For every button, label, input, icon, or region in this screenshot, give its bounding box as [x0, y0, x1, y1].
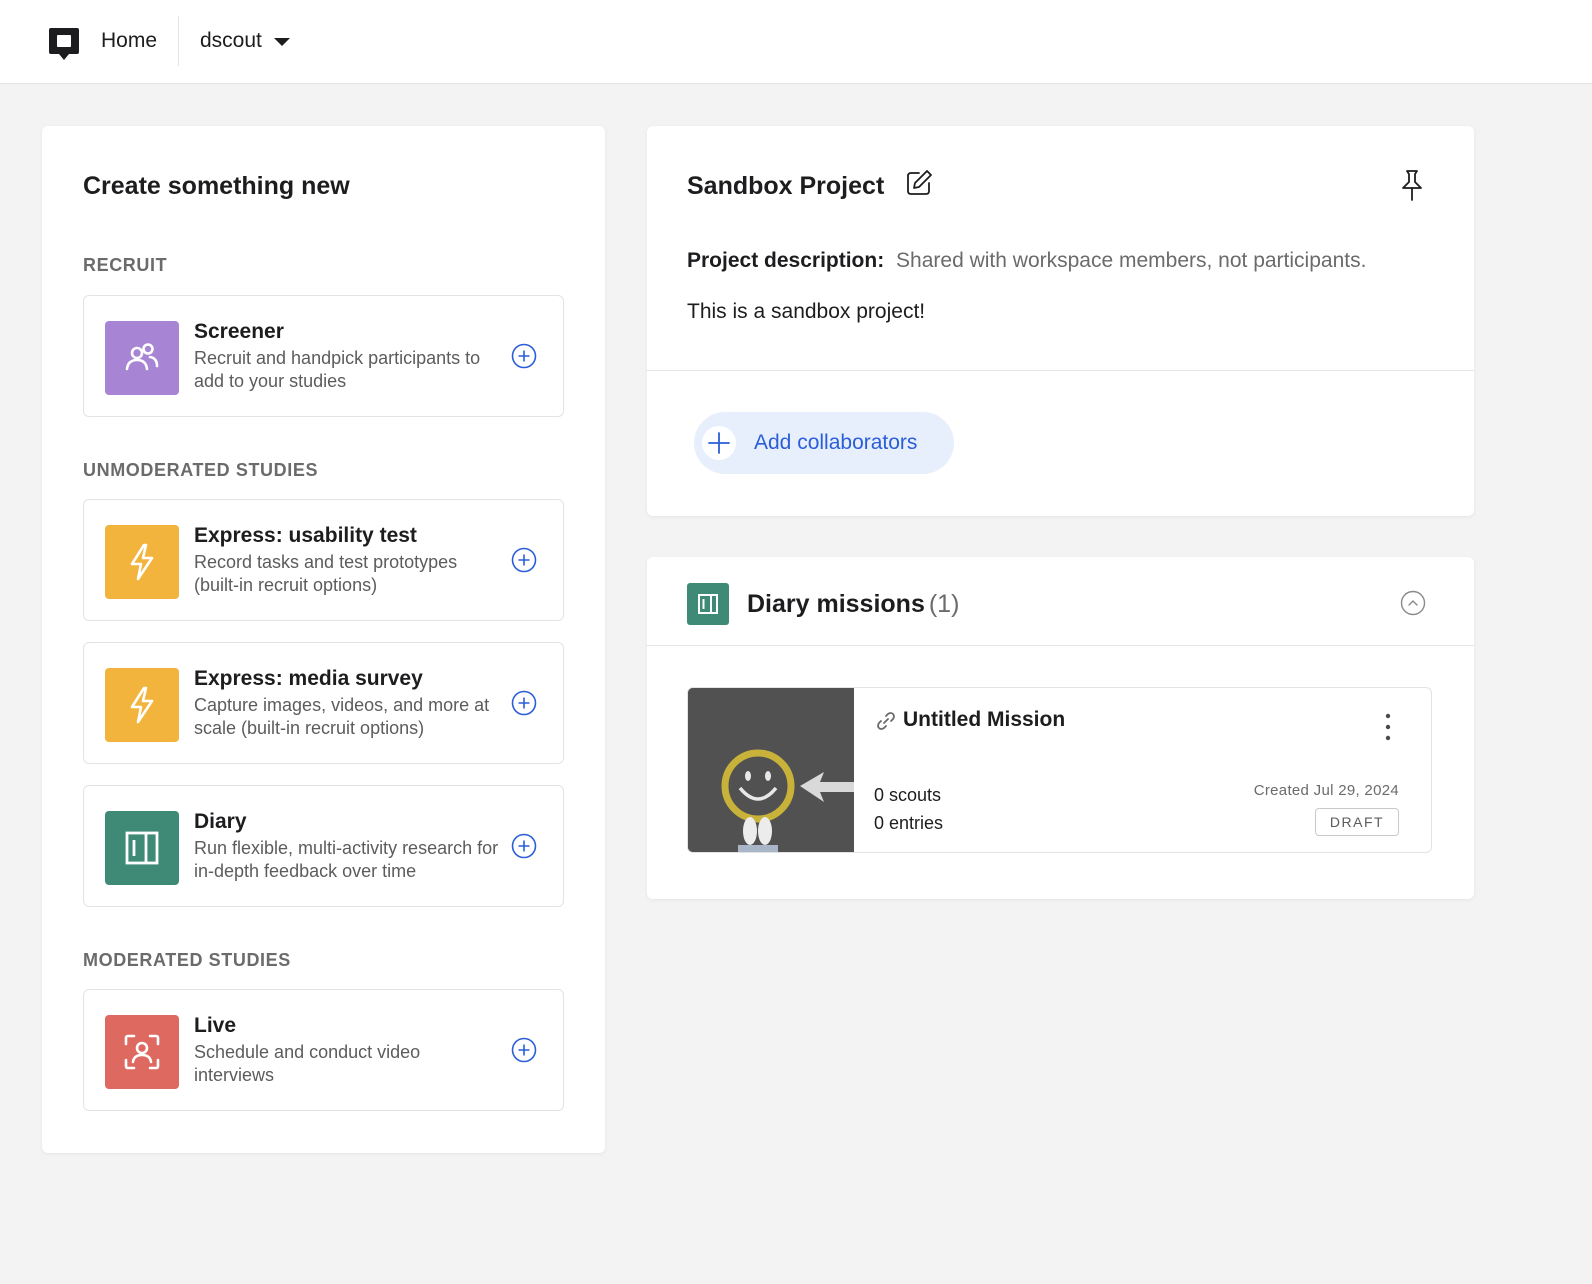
divider: [647, 645, 1474, 646]
mission-entries-count: 0 entries: [874, 813, 944, 833]
add-circle-icon[interactable]: [511, 690, 537, 716]
project-description-label: Project description:: [687, 249, 885, 272]
edit-icon[interactable]: [904, 168, 934, 198]
option-live[interactable]: Live Schedule and conduct video intervie…: [83, 989, 564, 1111]
diary-icon: [105, 811, 179, 885]
option-usability-test[interactable]: Express: usability test Record tasks and…: [83, 499, 564, 621]
option-screener[interactable]: Screener Recruit and handpick participan…: [83, 295, 564, 417]
option-diary[interactable]: Diary Run flexible, multi-activity resea…: [83, 785, 564, 907]
option-description: Capture images, videos, and more at scal…: [194, 695, 490, 738]
status-badge: DRAFT: [1315, 808, 1399, 836]
option-title: Diary: [194, 810, 247, 833]
option-title: Express: media survey: [194, 667, 423, 690]
top-bar: Home dscout: [0, 0, 1592, 84]
plus-icon: [702, 426, 736, 460]
section-label-unmoderated: UNMODERATED STUDIES: [83, 460, 319, 480]
add-circle-icon[interactable]: [511, 343, 537, 369]
option-media-survey[interactable]: Express: media survey Capture images, vi…: [83, 642, 564, 764]
option-description: Recruit and handpick participants to add…: [194, 348, 481, 391]
project-title: Sandbox Project: [687, 172, 885, 200]
option-description: Schedule and conduct video interviews: [194, 1042, 421, 1085]
diary-missions-panel: Diary missions (1) Untitled Mission 0 sc…: [647, 557, 1474, 899]
workspace-label: dscout: [200, 29, 262, 52]
lightning-icon: [105, 668, 179, 742]
option-title: Live: [194, 1014, 237, 1037]
divider: [647, 370, 1474, 371]
mission-thumbnail: [688, 688, 854, 852]
option-title: Express: usability test: [194, 524, 417, 547]
create-title: Create something new: [83, 172, 350, 200]
mission-card[interactable]: Untitled Mission 0 scouts 0 entries Crea…: [687, 687, 1432, 853]
project-body-text[interactable]: This is a sandbox project!: [687, 300, 925, 324]
project-panel: Sandbox Project Project description: Sha…: [647, 126, 1474, 516]
dscout-logo-icon[interactable]: [48, 26, 80, 62]
people-icon: [105, 321, 179, 395]
add-circle-icon[interactable]: [511, 1037, 537, 1063]
link-icon: [877, 712, 895, 730]
create-panel: Create something new RECRUIT Screener Re…: [42, 126, 605, 1153]
add-collaborators-button[interactable]: Add collaborators: [694, 412, 954, 474]
diary-icon: [687, 583, 729, 625]
add-collaborators-label: Add collaborators: [754, 431, 918, 454]
collapse-chevron-up-icon[interactable]: [1400, 590, 1426, 616]
pin-icon[interactable]: [1397, 168, 1427, 202]
project-description-text: Shared with workspace members, not parti…: [896, 249, 1367, 272]
option-description: Record tasks and test prototypes (built-…: [194, 552, 458, 595]
diary-missions-label: Diary missions: [747, 590, 925, 618]
mission-title[interactable]: Untitled Mission: [903, 708, 1065, 732]
option-description: Run flexible, multi-activity research fo…: [194, 838, 499, 881]
home-link[interactable]: Home: [101, 29, 157, 53]
section-label-recruit: RECRUIT: [83, 255, 168, 275]
mission-scouts-count: 0 scouts: [874, 785, 942, 805]
add-circle-icon[interactable]: [511, 833, 537, 859]
diary-missions-title: Diary missions (1): [747, 590, 959, 619]
project-description: Project description: Shared with workspa…: [687, 249, 1366, 273]
lightning-icon: [105, 525, 179, 599]
section-label-moderated: MODERATED STUDIES: [83, 950, 291, 970]
option-title: Screener: [194, 320, 284, 343]
add-circle-icon[interactable]: [511, 547, 537, 573]
mission-created-date: Created Jul 29, 2024: [1253, 782, 1399, 799]
face-scan-icon: [105, 1015, 179, 1089]
caret-down-icon: [273, 37, 290, 46]
diary-missions-count: (1): [928, 590, 960, 618]
workspace-switcher[interactable]: dscout: [200, 29, 290, 53]
topbar-divider: [178, 16, 179, 66]
kebab-menu-icon[interactable]: [1382, 712, 1394, 742]
